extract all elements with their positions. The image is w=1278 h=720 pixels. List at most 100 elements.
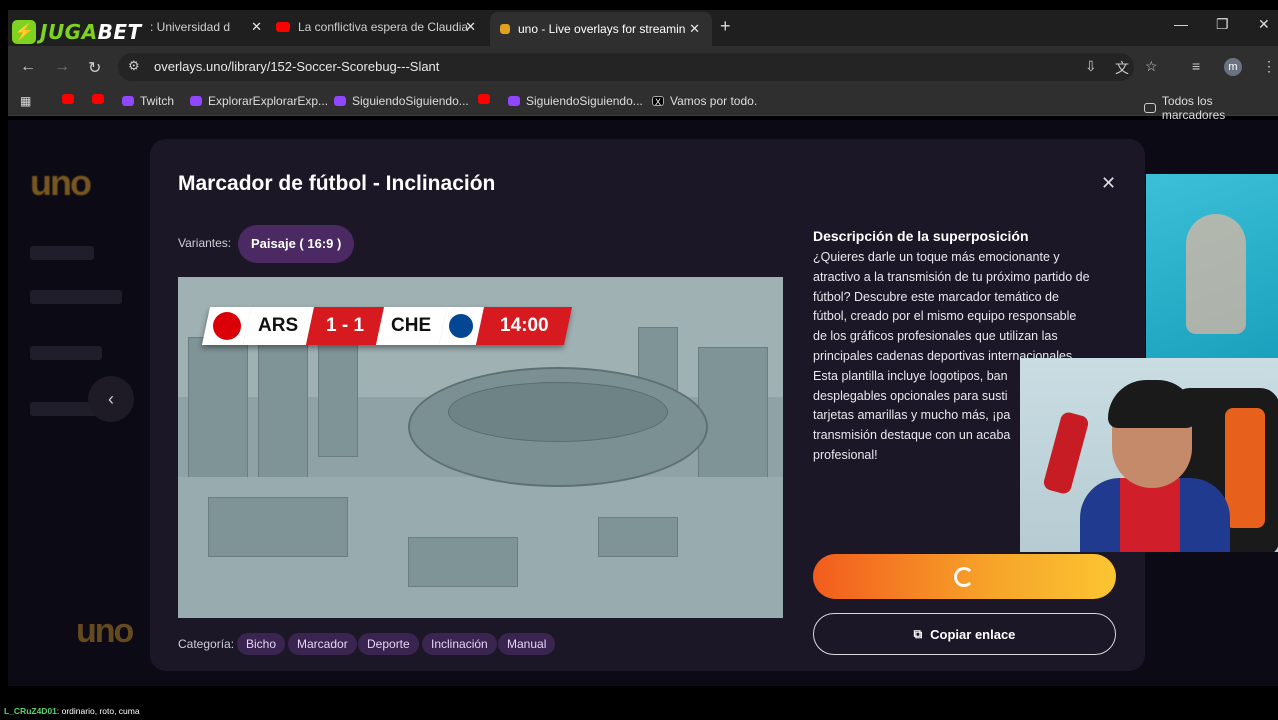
stadium-pitch <box>448 382 668 442</box>
bookmark-explorar[interactable]: ExplorarExplorarExp... <box>190 94 328 108</box>
copy-link-label: Copiar enlace <box>930 626 1016 642</box>
twitch-icon <box>122 96 134 106</box>
category-label: Categoría: <box>178 637 235 651</box>
all-bookmarks[interactable]: Todos los marcadores <box>1144 94 1278 122</box>
uno-logo-footer: uno <box>76 612 134 650</box>
shirt-stripe <box>1120 478 1180 552</box>
home-team-label: ARS <box>258 315 299 336</box>
translate-icon[interactable]: 文 <box>1115 58 1129 78</box>
chat-user: L_CRuZ4D01 <box>4 706 57 716</box>
bookmark-label: SiguiendoSiguiendo... <box>352 94 469 108</box>
logo-text-left: JUGA <box>40 20 98 44</box>
description-line: de los gráficos profesionales que utiliz… <box>813 329 1058 344</box>
close-icon[interactable]: ✕ <box>465 19 476 35</box>
close-icon[interactable]: ✕ <box>1101 173 1116 194</box>
tab-uno-active[interactable]: uno - Live overlays for streamin ✕ <box>490 12 712 46</box>
minimize-icon[interactable]: — <box>1174 16 1188 32</box>
restore-icon[interactable]: ❐ <box>1216 16 1229 33</box>
sidebar-item-blurred[interactable] <box>30 290 122 304</box>
description-line: atractivo a la transmisión de tu próximo… <box>813 269 1090 284</box>
tab-universidad[interactable]: : Universidad d ✕ <box>150 14 262 40</box>
star-icon[interactable]: ☆ <box>1145 58 1158 75</box>
match-time-label: 14:00 <box>499 315 549 336</box>
youtube-icon <box>92 94 104 104</box>
building <box>208 497 348 557</box>
category-tag[interactable]: Inclinación <box>422 633 497 655</box>
youtube-icon <box>62 94 74 104</box>
bookmark-label: Vamos por todo. <box>670 94 758 108</box>
microphone <box>1042 410 1090 496</box>
x-icon: X <box>652 96 664 107</box>
profile-avatar[interactable]: m <box>1224 58 1242 76</box>
webcam-overlay <box>1020 358 1278 552</box>
building <box>598 517 678 557</box>
bookmark-twitch[interactable]: Twitch <box>122 94 174 108</box>
away-team: CHE <box>376 307 447 345</box>
variant-pill[interactable]: Paisaje ( 16:9 ) <box>238 225 355 263</box>
bookmark-label: SiguiendoSiguiendo... <box>526 94 643 108</box>
url-text[interactable]: overlays.uno/library/152-Soccer-Scorebug… <box>154 59 439 74</box>
media-icon[interactable]: ≡ <box>1192 58 1200 74</box>
category-tag[interactable]: Bicho <box>237 633 286 655</box>
sidebar-item-blurred[interactable] <box>30 246 94 260</box>
loading-spinner-icon <box>954 567 974 587</box>
description-line: ¿Quieres darle un toque más emocionante … <box>813 250 1060 264</box>
back-icon[interactable]: ← <box>20 58 36 76</box>
card-figure <box>1186 214 1246 334</box>
category-tag[interactable]: Deporte <box>358 633 419 655</box>
logo-text-right: BET <box>97 20 142 44</box>
description-line: fútbol? Descubre este marcador temático … <box>813 289 1059 304</box>
prev-arrow-icon[interactable]: ‹ <box>88 376 134 422</box>
menu-icon[interactable]: ⋮ <box>1262 58 1276 75</box>
bookmark-label: Twitch <box>140 94 175 108</box>
home-team: ARS <box>243 307 314 345</box>
close-icon[interactable]: ✕ <box>251 19 262 35</box>
away-team-label: CHE <box>391 315 432 336</box>
youtube-icon <box>478 94 490 104</box>
modal-title: Marcador de fútbol - Inclinación <box>178 172 496 195</box>
site-info-icon[interactable]: ⚙ <box>128 58 140 74</box>
bookmark-youtube[interactable] <box>478 94 496 104</box>
forward-icon[interactable]: → <box>54 58 70 76</box>
apps-icon[interactable]: ▦ <box>20 94 31 108</box>
copy-icon: ⧉ <box>913 626 923 641</box>
bolt-icon: ⚡ <box>12 20 36 44</box>
copy-link-button[interactable]: ⧉ Copiar enlace <box>813 613 1116 655</box>
uno-logo: uno <box>30 162 92 203</box>
install-icon[interactable]: ⇩ <box>1085 58 1097 75</box>
bookmark-vamos[interactable]: X Vamos por todo. <box>652 94 757 108</box>
chat-ticker: L_CRuZ4D01: ordinario, roto, cuma <box>0 703 1278 720</box>
description-line: fútbol, creado por el mismo equipo respo… <box>813 309 1077 324</box>
tab-label: La conflictiva espera de Claudia <box>298 20 469 34</box>
bookmark-youtube[interactable] <box>92 94 110 104</box>
sidebar-item-blurred[interactable] <box>30 346 102 360</box>
tab-conflictiva[interactable]: La conflictiva espera de Claudia ✕ <box>276 14 476 40</box>
score-label: 1 - 1 <box>325 315 364 336</box>
category-tag[interactable]: Marcador <box>288 633 357 655</box>
bookmark-label: ExplorarExplorarExp... <box>208 94 329 108</box>
scorebug: ARS 1 - 1 CHE 14:00 <box>201 307 573 345</box>
close-window-icon[interactable]: ✕ <box>1258 16 1270 33</box>
twitch-icon <box>190 96 202 106</box>
all-bookmarks-label: Todos los marcadores <box>1161 94 1226 122</box>
arsenal-crest-icon <box>212 312 241 340</box>
chat-message: : ordinario, roto, cuma <box>56 706 140 716</box>
background-card <box>1146 174 1278 364</box>
variants-label: Variantes: <box>178 236 232 250</box>
tab-label: : Universidad d <box>150 20 231 34</box>
building <box>188 337 248 497</box>
new-tab-icon[interactable]: + <box>720 16 731 37</box>
uno-icon <box>500 24 510 34</box>
bookmark-youtube[interactable] <box>62 94 80 104</box>
reload-icon[interactable]: ↻ <box>88 58 101 78</box>
twitch-icon <box>508 96 520 106</box>
twitch-icon <box>334 96 346 106</box>
building <box>408 537 518 587</box>
description-title: Descripción de la superposición <box>813 228 1029 244</box>
building <box>698 347 768 497</box>
close-icon[interactable]: ✕ <box>689 21 700 37</box>
bookmark-siguiendo[interactable]: SiguiendoSiguiendo... <box>334 94 469 108</box>
category-tag[interactable]: Manual <box>498 633 556 655</box>
bookmark-siguiendo-2[interactable]: SiguiendoSiguiendo... <box>508 94 643 108</box>
youtube-icon <box>276 22 290 32</box>
